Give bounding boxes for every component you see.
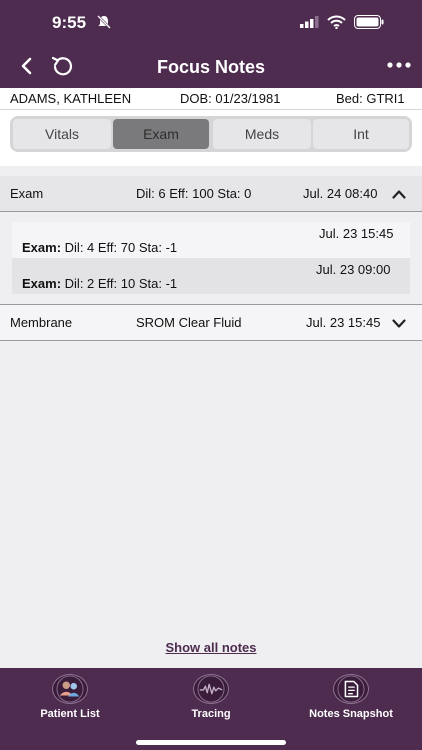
- tab-int[interactable]: Int: [313, 119, 409, 149]
- bottom-tab-bar: Patient List Tracing Notes Snapshot: [0, 668, 422, 750]
- tab-notes-snapshot[interactable]: Notes Snapshot: [281, 674, 421, 726]
- exam-entry-time: Jul. 23 09:00: [316, 262, 391, 277]
- top-bar: 9:55 Focus Notes: [0, 0, 422, 88]
- battery-icon: [354, 15, 384, 29]
- exam-entry-row[interactable]: Jul. 23 15:45 Exam: Dil: 4 Eff: 70 Sta: …: [12, 222, 410, 258]
- more-options-icon[interactable]: [386, 58, 412, 72]
- exam-entry-prefix: Exam:: [22, 240, 62, 255]
- membrane-label: Membrane: [10, 315, 73, 330]
- chevron-up-icon[interactable]: [392, 189, 406, 199]
- exam-group-time: Jul. 24 08:40: [303, 186, 378, 201]
- patient-dob: DOB: 01/23/1981: [180, 91, 281, 106]
- exam-entry-values: Dil: 2 Eff: 10 Sta: -1: [64, 276, 178, 291]
- patient-list-icon: [52, 674, 88, 704]
- tab-meds[interactable]: Meds: [213, 119, 311, 149]
- exam-group-summary: Dil: 6 Eff: 100 Sta: 0: [136, 186, 252, 201]
- wifi-icon: [327, 15, 346, 29]
- tab-patient-list[interactable]: Patient List: [0, 674, 140, 726]
- tab-vitals[interactable]: Vitals: [13, 119, 111, 149]
- page-title: Focus Notes: [156, 57, 266, 77]
- tab-tracing[interactable]: Tracing: [141, 674, 281, 726]
- status-bar: 9:55: [0, 0, 422, 44]
- exam-group-header[interactable]: Exam Dil: 6 Eff: 100 Sta: 0 Jul. 24 08:4…: [0, 176, 422, 212]
- exam-entry-text: Exam: Dil: 4 Eff: 70 Sta: -1: [22, 240, 177, 255]
- bell-muted-icon: [97, 15, 111, 29]
- tracing-icon: [193, 674, 229, 704]
- patient-bed: Bed: GTRI1: [336, 91, 405, 106]
- show-all-notes-link[interactable]: Show all notes: [0, 640, 422, 655]
- membrane-group-header[interactable]: Membrane SROM Clear Fluid Jul. 23 15:45: [0, 304, 422, 341]
- exam-entry-values: Dil: 4 Eff: 70 Sta: -1: [64, 240, 178, 255]
- nav-bar: Focus Notes: [0, 44, 422, 88]
- patient-name: ADAMS, KATHLEEN: [10, 91, 132, 106]
- exam-entry-prefix: Exam:: [22, 276, 62, 291]
- tab-patient-list-label: Patient List: [40, 708, 100, 720]
- status-time: 9:55: [52, 13, 87, 32]
- exam-entry-text: Exam: Dil: 2 Eff: 10 Sta: -1: [22, 276, 177, 291]
- home-indicator[interactable]: [136, 740, 286, 745]
- exam-entry-time: Jul. 23 15:45: [319, 226, 394, 241]
- patient-header: ADAMS, KATHLEEN DOB: 01/23/1981 Bed: GTR…: [0, 88, 422, 110]
- membrane-summary: SROM Clear Fluid: [136, 315, 242, 330]
- segmented-control: Vitals Exam Meds Int: [10, 116, 412, 152]
- tab-exam[interactable]: Exam: [113, 119, 209, 149]
- exam-entry-row[interactable]: Jul. 23 09:00 Exam: Dil: 2 Eff: 10 Sta: …: [12, 258, 410, 294]
- cellular-signal-icon: [300, 16, 319, 28]
- tab-notes-snapshot-label: Notes Snapshot: [309, 708, 393, 720]
- notes-snapshot-icon: [333, 674, 369, 704]
- exam-group-label: Exam: [10, 186, 44, 201]
- chevron-down-icon[interactable]: [392, 319, 406, 329]
- segment-control-area: Vitals Exam Meds Int: [0, 110, 422, 166]
- tab-tracing-label: Tracing: [191, 708, 231, 720]
- membrane-time: Jul. 23 15:45: [306, 315, 381, 330]
